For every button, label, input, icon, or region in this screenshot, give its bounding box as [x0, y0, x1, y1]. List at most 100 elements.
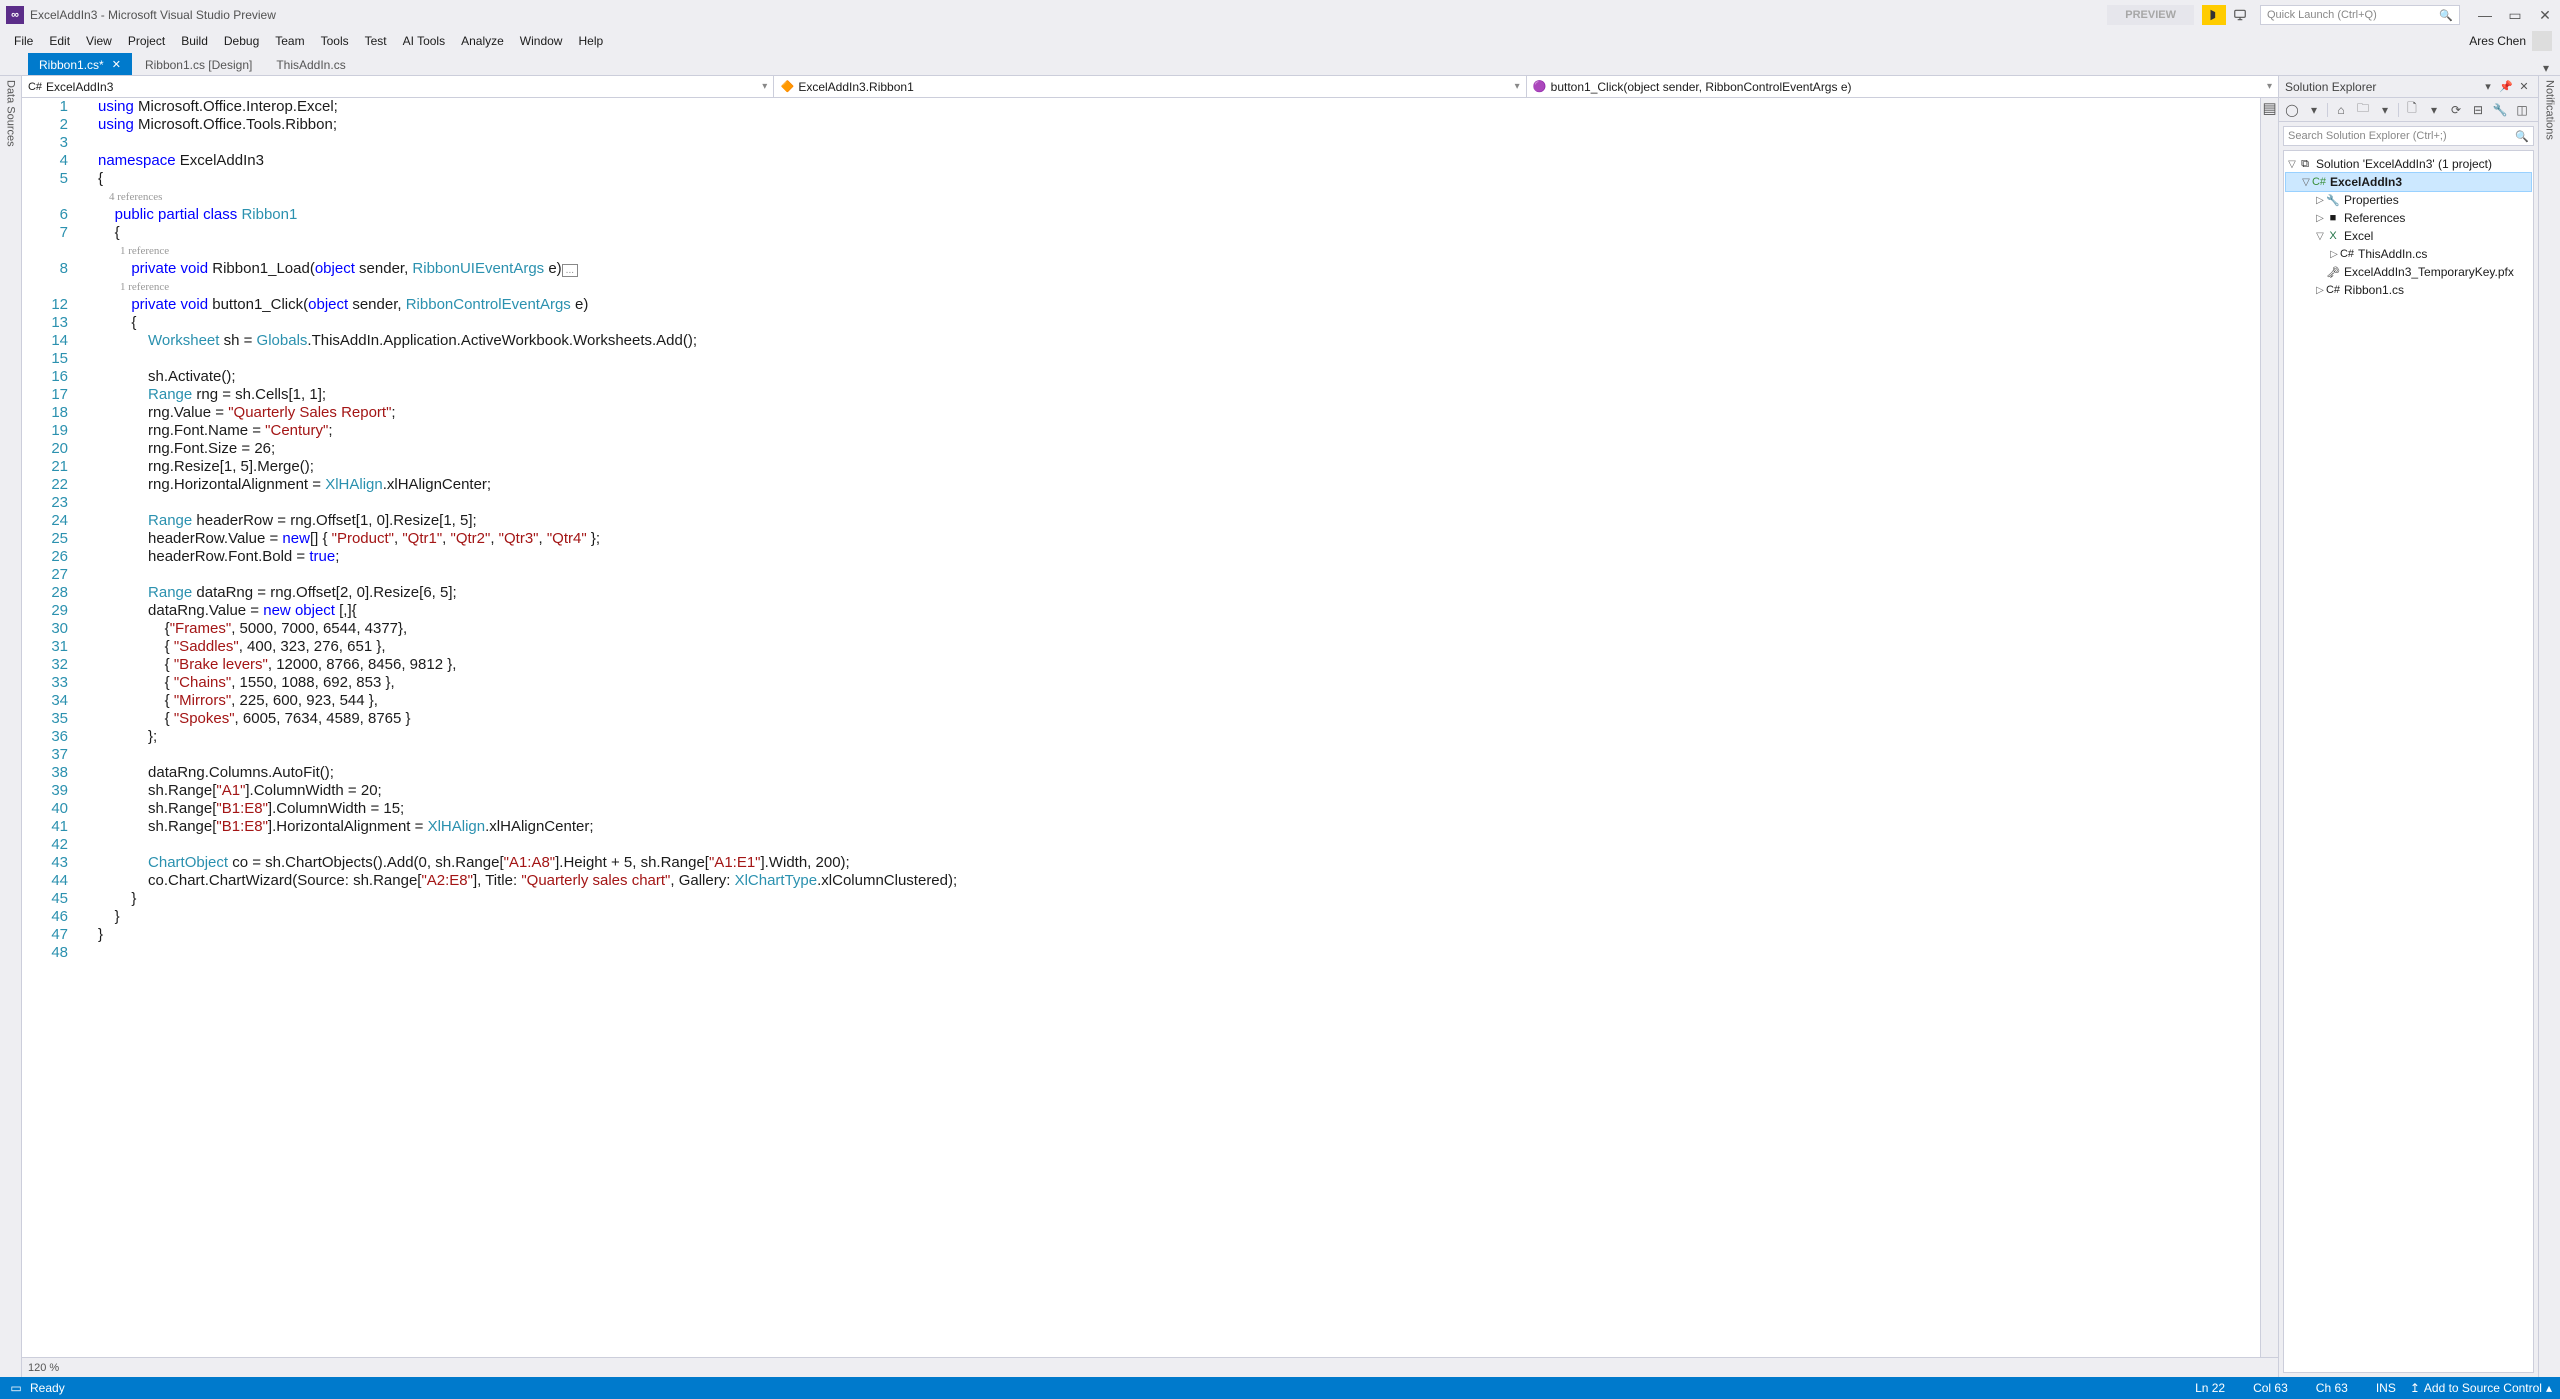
tab-list-dropdown[interactable]: ▾: [2536, 61, 2556, 75]
code-line[interactable]: {"Frames", 5000, 7000, 6544, 4377},: [98, 620, 2220, 638]
notifications-flag-icon[interactable]: [2202, 5, 2226, 25]
code-line[interactable]: sh.Activate();: [98, 368, 2220, 386]
code-line[interactable]: {: [98, 314, 2220, 332]
solution-folder-icon[interactable]: 🗀: [2354, 101, 2372, 119]
codelens-indicator[interactable]: 1 reference: [98, 242, 2220, 260]
code-editor[interactable]: 1234567812131415161718192021222324252627…: [22, 98, 2278, 1357]
tree-node[interactable]: ▷■References: [2286, 209, 2531, 227]
expander-icon[interactable]: ▷: [2314, 285, 2326, 296]
forward-icon[interactable]: ▾: [2305, 101, 2323, 119]
code-line[interactable]: rng.Font.Name = "Century";: [98, 422, 2220, 440]
properties-icon[interactable]: 🔧: [2491, 101, 2509, 119]
expander-icon[interactable]: ▷: [2314, 213, 2326, 224]
preview-icon[interactable]: ◫: [2513, 101, 2531, 119]
code-line[interactable]: [98, 494, 2220, 512]
code-line[interactable]: namespace ExcelAddIn3: [98, 152, 2220, 170]
collapse-all-icon[interactable]: ⊟: [2469, 101, 2487, 119]
code-line[interactable]: private void Ribbon1_Load(object sender,…: [98, 260, 2220, 278]
code-line[interactable]: private void button1_Click(object sender…: [98, 296, 2220, 314]
code-line[interactable]: [98, 566, 2220, 584]
panel-close-icon[interactable]: ✕: [2516, 79, 2532, 95]
menu-help[interactable]: Help: [570, 32, 611, 50]
dropdown-icon[interactable]: ▾: [2425, 101, 2443, 119]
tree-node[interactable]: 🗝ExcelAddIn3_TemporaryKey.pfx: [2286, 263, 2531, 281]
menu-analyze[interactable]: Analyze: [453, 32, 512, 50]
code-line[interactable]: }: [98, 890, 2220, 908]
panel-window-position-icon[interactable]: ▾: [2480, 79, 2496, 95]
menu-view[interactable]: View: [78, 32, 120, 50]
zoom-level[interactable]: 120 %: [28, 1362, 59, 1374]
tab-close-icon[interactable]: ✕: [112, 58, 121, 71]
solution-tree[interactable]: ▽ ⧉ Solution 'ExcelAddIn3' (1 project) ▽…: [2283, 150, 2534, 1373]
code-line[interactable]: { "Mirrors", 225, 600, 923, 544 },: [98, 692, 2220, 710]
project-node[interactable]: ▽ C# ExcelAddIn3: [2286, 173, 2531, 191]
tree-node[interactable]: ▽XExcel: [2286, 227, 2531, 245]
close-button[interactable]: ✕: [2530, 5, 2560, 25]
code-line[interactable]: }: [98, 908, 2220, 926]
codelens-indicator[interactable]: 1 reference: [98, 278, 2220, 296]
dropdown-icon[interactable]: ▾: [2376, 101, 2394, 119]
code-line[interactable]: public partial class Ribbon1: [98, 206, 2220, 224]
nav-dropdown-0[interactable]: C#ExcelAddIn3▾: [22, 76, 774, 97]
side-tab-notifications[interactable]: Notifications: [2538, 76, 2560, 1377]
code-line[interactable]: headerRow.Value = new[] { "Product", "Qt…: [98, 530, 2220, 548]
code-line[interactable]: dataRng.Columns.AutoFit();: [98, 764, 2220, 782]
menu-ai-tools[interactable]: AI Tools: [395, 32, 453, 50]
split-editor-icon[interactable]: ▤: [2263, 100, 2277, 114]
code-line[interactable]: co.Chart.ChartWizard(Source: sh.Range["A…: [98, 872, 2220, 890]
code-line[interactable]: sh.Range["B1:E8"].HorizontalAlignment = …: [98, 818, 2220, 836]
doc-tab[interactable]: Ribbon1.cs*✕: [28, 53, 132, 75]
doc-tab[interactable]: Ribbon1.cs [Design]: [134, 53, 263, 75]
code-line[interactable]: }: [98, 926, 2220, 944]
code-line[interactable]: [98, 746, 2220, 764]
back-icon[interactable]: ◯: [2283, 101, 2301, 119]
tree-node[interactable]: ▷C#ThisAddIn.cs: [2286, 245, 2531, 263]
menu-debug[interactable]: Debug: [216, 32, 267, 50]
menu-project[interactable]: Project: [120, 32, 173, 50]
code-line[interactable]: using Microsoft.Office.Interop.Excel;: [98, 98, 2220, 116]
solution-node[interactable]: ▽ ⧉ Solution 'ExcelAddIn3' (1 project): [2286, 155, 2531, 173]
expander-icon[interactable]: ▷: [2328, 249, 2340, 260]
code-line[interactable]: ChartObject co = sh.ChartObjects().Add(0…: [98, 854, 2220, 872]
menu-team[interactable]: Team: [267, 32, 312, 50]
doc-tab[interactable]: ThisAddIn.cs: [265, 53, 356, 75]
code-line[interactable]: [98, 836, 2220, 854]
expander-icon[interactable]: ▷: [2314, 195, 2326, 206]
code-line[interactable]: { "Brake levers", 12000, 8766, 8456, 981…: [98, 656, 2220, 674]
code-line[interactable]: rng.Font.Size = 26;: [98, 440, 2220, 458]
code-line[interactable]: sh.Range["B1:E8"].ColumnWidth = 15;: [98, 800, 2220, 818]
menu-edit[interactable]: Edit: [41, 32, 78, 50]
quick-launch-input[interactable]: Quick Launch (Ctrl+Q) 🔍: [2260, 5, 2460, 25]
tree-node[interactable]: ▷🔧Properties: [2286, 191, 2531, 209]
menu-build[interactable]: Build: [173, 32, 216, 50]
code-line[interactable]: {: [98, 170, 2220, 188]
minimize-button[interactable]: —: [2470, 5, 2500, 25]
code-line[interactable]: [98, 944, 2220, 962]
expander-icon[interactable]: ▽: [2314, 231, 2326, 242]
code-line[interactable]: [98, 350, 2220, 368]
nav-dropdown-1[interactable]: 🔶ExcelAddIn3.Ribbon1▾: [774, 76, 1526, 97]
code-line[interactable]: { "Chains", 1550, 1088, 692, 853 },: [98, 674, 2220, 692]
code-line[interactable]: rng.Resize[1, 5].Merge();: [98, 458, 2220, 476]
code-line[interactable]: using Microsoft.Office.Tools.Ribbon;: [98, 116, 2220, 134]
code-line[interactable]: [98, 134, 2220, 152]
code-line[interactable]: { "Spokes", 6005, 7634, 4589, 8765 }: [98, 710, 2220, 728]
code-line[interactable]: };: [98, 728, 2220, 746]
add-to-source-control-button[interactable]: ↥ Add to Source Control ▴: [2410, 1381, 2552, 1395]
menu-file[interactable]: File: [6, 32, 41, 50]
solution-explorer-search[interactable]: Search Solution Explorer (Ctrl+;) 🔍: [2283, 126, 2534, 146]
nav-dropdown-2[interactable]: 🟣button1_Click(object sender, RibbonCont…: [1527, 76, 2278, 97]
code-line[interactable]: dataRng.Value = new object [,]{: [98, 602, 2220, 620]
user-avatar[interactable]: [2532, 31, 2552, 51]
maximize-button[interactable]: ▭: [2500, 5, 2530, 25]
code-line[interactable]: headerRow.Font.Bold = true;: [98, 548, 2220, 566]
menu-window[interactable]: Window: [512, 32, 571, 50]
code-line[interactable]: Worksheet sh = Globals.ThisAddIn.Applica…: [98, 332, 2220, 350]
code-line[interactable]: sh.Range["A1"].ColumnWidth = 20;: [98, 782, 2220, 800]
code-line[interactable]: {: [98, 224, 2220, 242]
code-line[interactable]: Range headerRow = rng.Offset[1, 0].Resiz…: [98, 512, 2220, 530]
side-tab-data-sources[interactable]: Data Sources: [0, 76, 22, 1377]
codelens-indicator[interactable]: 4 references: [98, 188, 2220, 206]
code-line[interactable]: { "Saddles", 400, 323, 276, 651 },: [98, 638, 2220, 656]
panel-pin-icon[interactable]: 📌: [2498, 79, 2514, 95]
